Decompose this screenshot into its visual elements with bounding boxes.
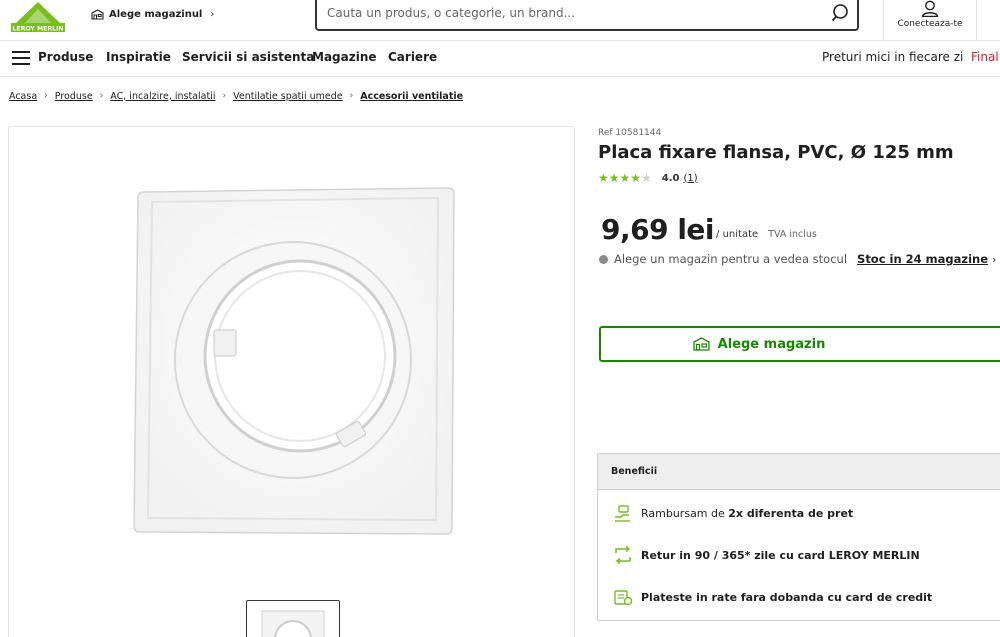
nav-item-servicii[interactable]: Servicii si asistenta	[182, 50, 314, 64]
store-icon	[693, 337, 710, 351]
rating-count-link[interactable]: (1)	[684, 173, 698, 184]
product-price: 9,69 lei	[601, 213, 715, 246]
breadcrumb-item[interactable]: AC, incalzire, instalatii	[110, 91, 215, 102]
stock-status-dot-icon	[599, 254, 608, 264]
chevron-right-icon: ›	[210, 8, 215, 20]
choose-store-link[interactable]: Alege magazinul ›	[91, 6, 214, 22]
breadcrumb-item[interactable]: Ventilatie spatii umede	[233, 91, 343, 102]
nav-item-inspiratie[interactable]: Inspiratie	[106, 50, 171, 64]
logo-text: LEROY MERLIN	[12, 26, 63, 33]
price-block: 9,69 lei / unitate TVA inclus	[601, 210, 817, 246]
main-nav: Produse Inspiratie Servicii si asistenta…	[0, 41, 1000, 77]
product-image[interactable]	[130, 180, 456, 540]
benefit-item: Plateste in rate fara dobanda cu card de…	[613, 586, 932, 608]
benefits-title: Beneficii	[598, 454, 1000, 490]
breadcrumb: Acasa › Produse › AC, incalzire, instala…	[9, 89, 463, 103]
chevron-right-icon: ›	[992, 252, 997, 266]
choose-store-button-label: Alege magazin	[717, 336, 826, 352]
leroy-merlin-logo[interactable]: LEROY MERLIN	[9, 0, 67, 33]
search-input[interactable]	[327, 3, 817, 23]
breadcrumb-item[interactable]: Acasa	[9, 91, 37, 102]
chevron-right-icon: ›	[44, 91, 48, 101]
installments-icon	[614, 590, 633, 606]
header-divider	[976, 0, 977, 40]
store-icon	[91, 8, 104, 20]
nav-products-menu[interactable]: Produse	[38, 50, 93, 64]
benefits-panel: Beneficii Rambursam de 2x diferenta de p…	[597, 453, 1000, 621]
return-arrows-icon	[615, 545, 631, 565]
stock-info: Alege un magazin pentru a vedea stocul S…	[599, 251, 996, 267]
choose-store-label: Alege magazinul	[109, 8, 203, 20]
nav-promo-low-prices[interactable]: Preturi mici in fiecare zi	[822, 50, 963, 64]
product-rating[interactable]: ★★★★★ 4.0 (1)	[598, 171, 698, 185]
account-label: Conecteaza-te	[897, 19, 963, 29]
chevron-right-icon: ›	[349, 91, 354, 101]
rating-stars-icon: ★★★★★	[598, 171, 652, 185]
product-reference: Ref 10581144	[598, 128, 662, 138]
product-gallery	[8, 126, 575, 637]
price-unit: / unitate	[716, 229, 759, 240]
product-thumbnail[interactable]	[246, 600, 340, 637]
breadcrumb-item[interactable]: Produse	[55, 91, 93, 102]
top-bar: LEROY MERLIN Alege magazinul › Conecteaz…	[0, 0, 1000, 41]
thumbnail-image	[261, 610, 325, 637]
hamburger-menu-icon[interactable]	[12, 51, 30, 65]
nav-item-magazine[interactable]: Magazine	[312, 50, 377, 64]
benefit-text-bold: Retur in 90 / 365* zile cu card LEROY ME…	[641, 548, 920, 562]
benefit-item: Retur in 90 / 365* zile cu card LEROY ME…	[613, 544, 920, 566]
stock-stores-link[interactable]: Stoc in 24 magazine	[857, 252, 988, 266]
breadcrumb-item-current[interactable]: Accesorii ventilatie	[360, 91, 463, 102]
account-button[interactable]: Conecteaza-te	[884, 0, 976, 40]
price-refund-icon	[615, 505, 630, 522]
chevron-right-icon: ›	[222, 91, 227, 101]
rating-score: 4.0	[661, 172, 680, 184]
stock-hint: Alege un magazin pentru a vedea stocul	[614, 252, 848, 266]
product-title: Placa fixare flansa, PVC, Ø 125 mm	[598, 142, 954, 163]
nav-item-cariere[interactable]: Cariere	[388, 50, 437, 64]
chevron-right-icon: ›	[99, 91, 104, 101]
tva-label: TVA inclus	[768, 229, 817, 240]
user-icon	[921, 0, 939, 17]
search-icon[interactable]	[830, 3, 850, 23]
nav-promo-final[interactable]: Final	[971, 50, 999, 64]
benefit-text-prefix: Rambursam de	[641, 506, 725, 520]
search-bar	[315, 0, 859, 31]
benefit-text-bold: Plateste in rate fara dobanda cu card de…	[641, 590, 933, 604]
benefit-item: Rambursam de 2x diferenta de pret	[613, 502, 853, 524]
benefit-text-bold: 2x diferenta de pret	[728, 506, 854, 520]
choose-store-button[interactable]: Alege magazin	[599, 326, 1000, 362]
